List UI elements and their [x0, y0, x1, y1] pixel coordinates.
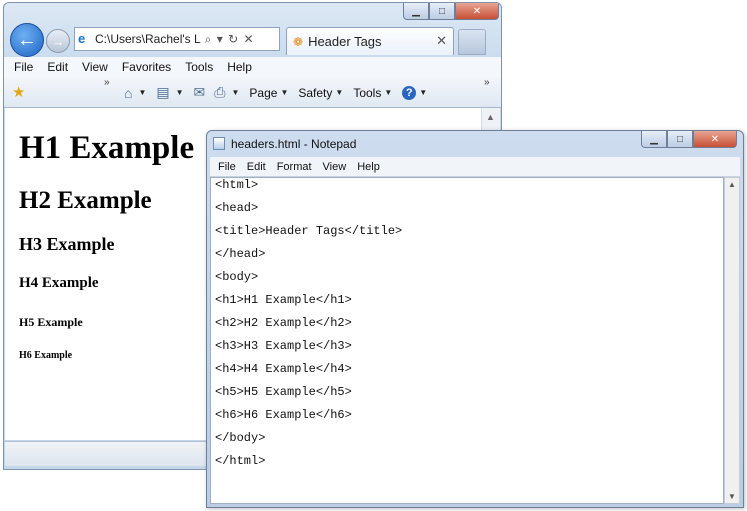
notepad-text-area[interactable]: <html> <head> <title>Header Tags</title>… — [210, 177, 724, 504]
notepad-caption-buttons: ▁ □ ✕ — [641, 131, 737, 148]
code-line: <head> — [215, 201, 259, 215]
browser-menu-edit[interactable]: Edit — [47, 60, 68, 74]
notepad-close-button[interactable]: ✕ — [693, 131, 737, 148]
browser-menu-view[interactable]: View — [82, 60, 108, 74]
back-button[interactable]: ← — [10, 23, 44, 57]
code-line: <h3>H3 Example</h3> — [215, 339, 352, 353]
notepad-scrollbar[interactable]: ▲ ▼ — [724, 177, 740, 504]
home-icon[interactable]: ⌂ — [124, 85, 132, 101]
code-line: <h1>H1 Example</h1> — [215, 293, 352, 307]
heading-h2: H2 Example — [19, 187, 152, 214]
chevron-more-icon[interactable]: » — [104, 77, 110, 88]
code-line: <html> — [215, 178, 259, 192]
print-icon[interactable]: ⎙ — [214, 84, 225, 101]
page-menu-button[interactable]: Page — [249, 86, 277, 100]
browser-minimize-button[interactable]: ▁ — [403, 3, 429, 20]
notepad-titlebar[interactable]: headers.html - Notepad ▁ □ ✕ — [207, 131, 743, 157]
notepad-menu-view[interactable]: View — [323, 161, 347, 173]
help-dropdown-icon[interactable]: ▼ — [419, 88, 427, 97]
notepad-title: headers.html - Notepad — [231, 137, 357, 151]
code-line: </body> — [215, 431, 266, 445]
code-line: <h6>H6 Example</h6> — [215, 408, 352, 422]
tab-favicon-icon: ❁ — [293, 34, 304, 49]
code-line: <h2>H2 Example</h2> — [215, 316, 352, 330]
notepad-maximize-button[interactable]: □ — [667, 131, 693, 148]
browser-menubar: File Edit View Favorites Tools Help — [4, 57, 501, 77]
browser-maximize-button[interactable]: □ — [429, 3, 455, 20]
toolbar-chevron-icon[interactable]: » — [484, 77, 490, 88]
notepad-menubar: File Edit Format View Help — [210, 157, 740, 177]
favorites-star-icon[interactable]: ★ — [12, 83, 25, 101]
code-line: <h4>H4 Example</h4> — [215, 362, 352, 376]
page-dropdown-icon[interactable]: ▼ — [280, 88, 288, 97]
tools-menu-button[interactable]: Tools — [353, 86, 381, 100]
tab-header-tags[interactable]: ❁ Header Tags ✕ — [286, 27, 454, 55]
ie-page-icon: e — [78, 31, 86, 46]
heading-h6: H6 Example — [19, 350, 73, 361]
browser-caption-buttons: ▁ □ ✕ — [403, 3, 499, 20]
help-icon[interactable]: ? — [402, 85, 417, 100]
browser-nav-row: ← → e C:\Users\Rachel's L ⌕ ▾ ↻ ✕ ❁ Head… — [8, 23, 501, 57]
tools-dropdown-icon[interactable]: ▼ — [384, 88, 392, 97]
notepad-app-icon — [213, 137, 225, 150]
address-text: C:\Users\Rachel's L — [95, 32, 201, 46]
browser-menu-file[interactable]: File — [14, 60, 33, 74]
scroll-up-icon[interactable]: ▲ — [728, 180, 736, 189]
browser-menu-tools[interactable]: Tools — [185, 60, 213, 74]
heading-h4: H4 Example — [19, 275, 99, 291]
browser-command-bar: ★ » ⌂ ▼ ▤ ▼ ✉ ⎙ ▼ Page ▼ Safety ▼ Tools ▼ ? ▼ » — [4, 77, 501, 108]
notepad-menu-format[interactable]: Format — [277, 161, 312, 173]
mail-icon[interactable]: ✉ — [194, 84, 206, 101]
code-line: <h5>H5 Example</h5> — [215, 385, 352, 399]
notepad-menu-file[interactable]: File — [218, 161, 236, 173]
address-tools-icons[interactable]: ⌕ ▾ ↻ ✕ — [205, 32, 255, 47]
safety-menu-button[interactable]: Safety — [298, 86, 332, 100]
browser-close-button[interactable]: ✕ — [455, 3, 499, 20]
address-bar[interactable]: e C:\Users\Rachel's L ⌕ ▾ ↻ ✕ — [74, 27, 280, 51]
heading-h5: H5 Example — [19, 315, 83, 329]
notepad-menu-help[interactable]: Help — [357, 161, 380, 173]
safety-dropdown-icon[interactable]: ▼ — [335, 88, 343, 97]
feeds-icon[interactable]: ▤ — [156, 84, 169, 101]
feeds-dropdown-icon[interactable]: ▼ — [176, 88, 184, 97]
print-dropdown-icon[interactable]: ▼ — [231, 88, 239, 97]
notepad-minimize-button[interactable]: ▁ — [641, 131, 667, 148]
code-line: </html> — [215, 454, 266, 468]
code-line: </head> — [215, 247, 266, 261]
notepad-window: headers.html - Notepad ▁ □ ✕ File Edit F… — [206, 130, 744, 508]
new-tab-button[interactable] — [458, 29, 486, 55]
browser-menu-favorites[interactable]: Favorites — [122, 60, 171, 74]
tab-close-icon[interactable]: ✕ — [436, 33, 447, 49]
scroll-down-icon[interactable]: ▼ — [728, 492, 736, 501]
forward-button[interactable]: → — [46, 29, 70, 53]
heading-h1: H1 Example — [19, 130, 195, 166]
heading-h3: H3 Example — [19, 234, 115, 254]
command-bar-buttons: ⌂ ▼ ▤ ▼ ✉ ⎙ ▼ Page ▼ Safety ▼ Tools ▼ ? ▼ — [124, 84, 437, 101]
home-dropdown-icon[interactable]: ▼ — [138, 88, 146, 97]
notepad-menu-edit[interactable]: Edit — [247, 161, 266, 173]
tab-title: Header Tags — [308, 34, 382, 49]
scroll-up-icon[interactable]: ▲ — [486, 112, 495, 122]
code-line: <body> — [215, 270, 259, 284]
code-line: <title>Header Tags</title> — [215, 224, 403, 238]
browser-menu-help[interactable]: Help — [227, 60, 252, 74]
